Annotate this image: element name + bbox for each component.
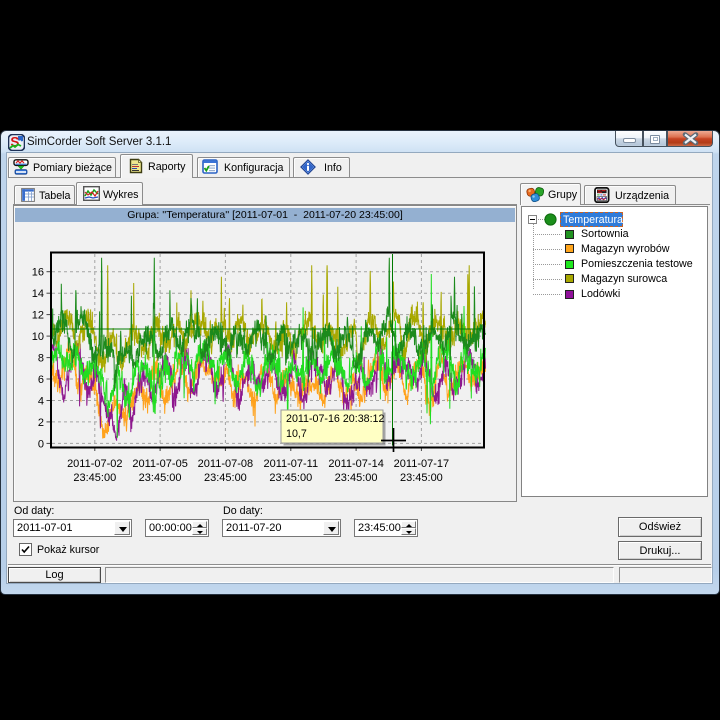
svg-text:23:45:00: 23:45:00 (73, 472, 116, 484)
svg-text:2011-07-16 20:38:12: 2011-07-16 20:38:12 (286, 413, 385, 425)
svg-text:2011-07-14: 2011-07-14 (328, 458, 383, 470)
svg-text:2: 2 (38, 417, 44, 429)
svg-text:16: 16 (32, 267, 44, 279)
svg-text:10: 10 (32, 331, 44, 343)
svg-text:2011-07-17: 2011-07-17 (394, 458, 449, 470)
svg-text:23:45:00: 23:45:00 (335, 472, 378, 484)
svg-text:14: 14 (32, 288, 44, 300)
svg-text:12: 12 (32, 310, 44, 322)
svg-text:0: 0 (38, 438, 44, 450)
svg-text:23:45:00: 23:45:00 (269, 472, 312, 484)
svg-text:10,7: 10,7 (286, 428, 307, 440)
svg-text:2011-07-08: 2011-07-08 (198, 458, 253, 470)
svg-text:23:45:00: 23:45:00 (204, 472, 247, 484)
svg-text:2011-07-05: 2011-07-05 (132, 458, 187, 470)
svg-text:4: 4 (38, 396, 44, 408)
svg-text:2011-07-02: 2011-07-02 (67, 458, 122, 470)
svg-text:6: 6 (38, 374, 44, 386)
svg-text:23:45:00: 23:45:00 (400, 472, 443, 484)
svg-text:23:45:00: 23:45:00 (139, 472, 182, 484)
svg-text:2011-07-11: 2011-07-11 (263, 458, 318, 470)
svg-text:8: 8 (38, 353, 44, 365)
